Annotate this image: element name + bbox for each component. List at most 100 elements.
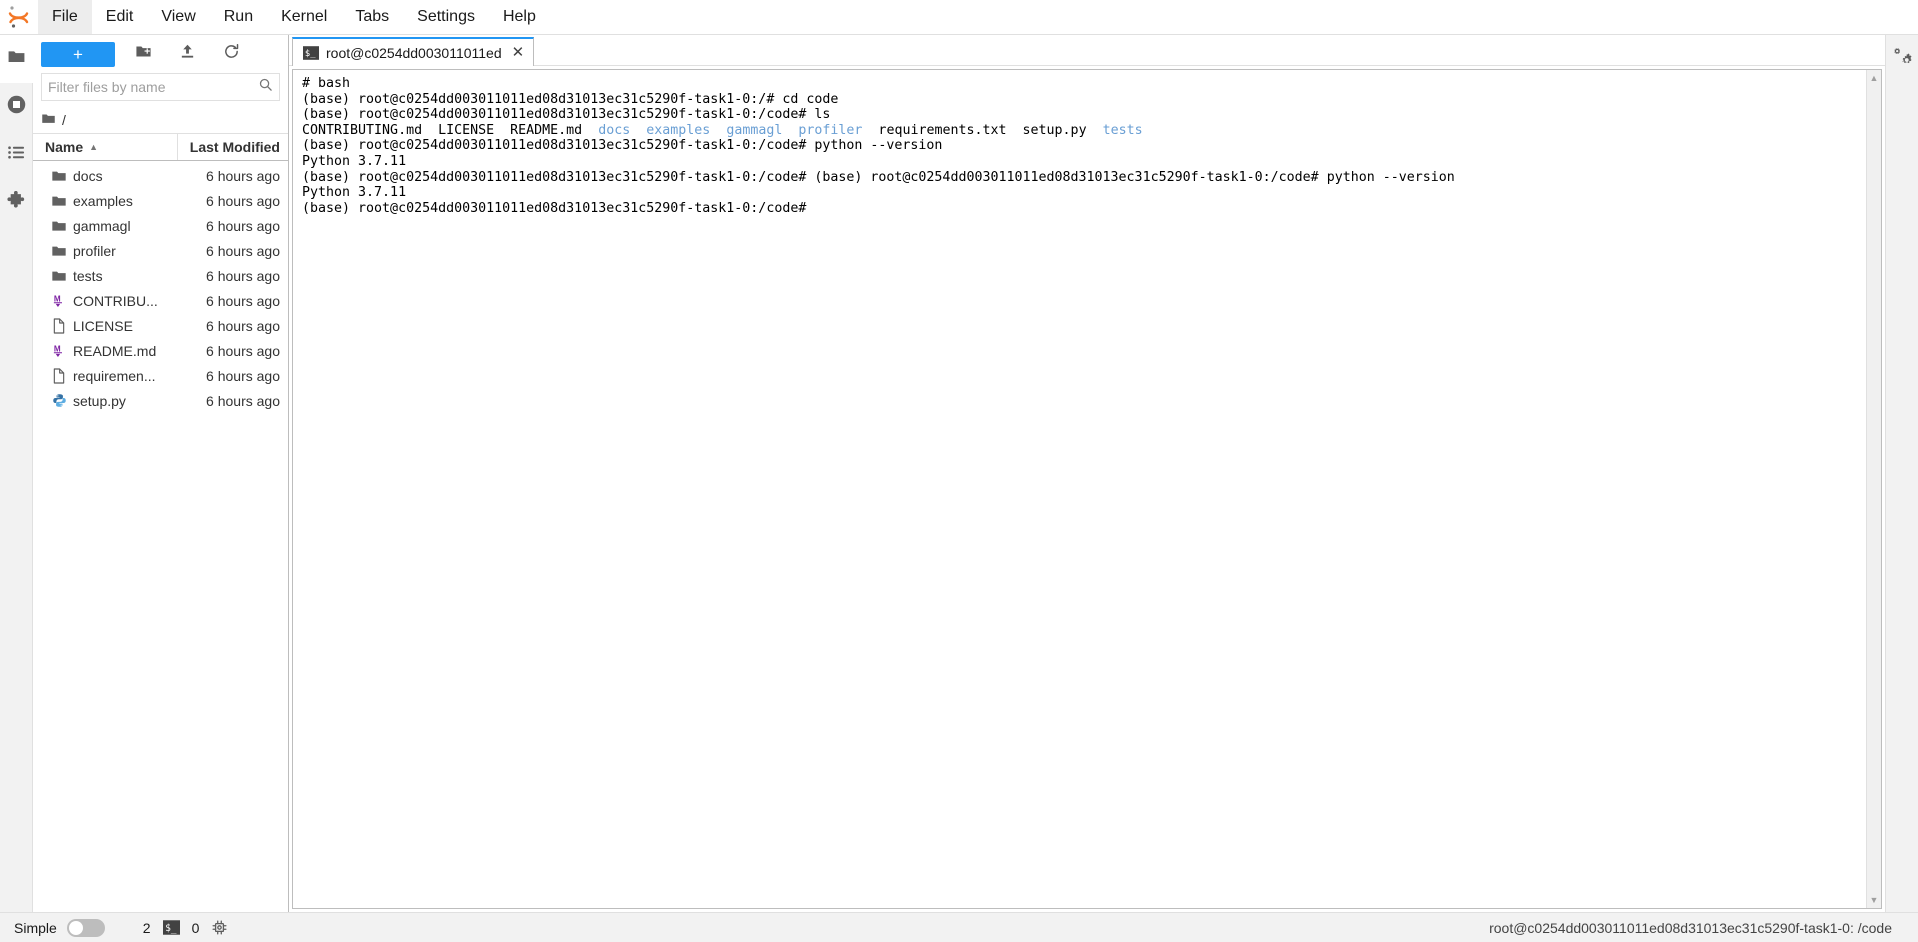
file-list[interactable]: docs 6 hours ago examples 6 hours ago gammag…	[33, 161, 288, 912]
refresh-button[interactable]	[217, 41, 245, 67]
sidebar-item-property-inspector[interactable]	[1886, 35, 1918, 83]
status-bar-context: root@c0254dd003011011ed08d31013ec31c5290…	[1489, 919, 1892, 936]
breadcrumb-root[interactable]: /	[62, 112, 66, 128]
folder-icon	[45, 268, 73, 284]
terminal-line: (base) root@c0254dd003011011ed08d31013ec…	[302, 92, 1866, 108]
terminal-directory-name: tests	[1102, 122, 1143, 138]
folder-icon[interactable]	[41, 111, 56, 129]
terminal-text: (base) root@c0254dd003011011ed08d31013ec…	[302, 169, 1455, 185]
list-item-name: docs	[73, 167, 103, 184]
menu-view[interactable]: View	[147, 0, 209, 34]
sidebar-item-running-terminals[interactable]	[0, 83, 33, 131]
list-item-name: CONTRIBU...	[73, 292, 158, 309]
list-item-name: requiremen...	[73, 367, 156, 384]
new-folder-icon	[135, 43, 152, 65]
dock-tab-bar: $_ root@c0254dd003011011ed ✕	[289, 35, 1885, 66]
list-item[interactable]: setup.py 6 hours ago	[33, 388, 288, 413]
list-item-name: setup.py	[73, 392, 126, 409]
terminal-line: Python 3.7.11	[302, 154, 1866, 170]
list-item-name: gammagl	[73, 217, 131, 234]
tab-label: root@c0254dd003011011ed	[326, 44, 502, 61]
folder-icon	[45, 168, 73, 184]
sidebar-item-extensions[interactable]	[0, 179, 33, 227]
list-item-modified: 6 hours ago	[206, 267, 280, 284]
svg-text:$_: $_	[165, 923, 177, 934]
terminal-directory-name: gammagl	[726, 122, 783, 138]
file-browser-panel: + Filter files by name / Name ▲ Last Mod…	[33, 35, 289, 912]
list-item-modified: 6 hours ago	[206, 217, 280, 234]
list-item[interactable]: docs 6 hours ago	[33, 163, 288, 188]
search-input[interactable]	[48, 79, 258, 95]
file-icon	[45, 367, 73, 384]
terminal-session-count[interactable]: 0	[192, 920, 200, 936]
terminal-directory-name: examples	[646, 122, 711, 138]
search-icon[interactable]	[258, 77, 273, 97]
menu-run[interactable]: Run	[210, 0, 267, 34]
column-header-last-modified[interactable]: Last Modified	[178, 134, 288, 160]
status-bar: Simple 2 $_ 0 root@c0254dd003011011ed08d…	[0, 912, 1918, 942]
file-filter-box[interactable]	[41, 73, 280, 101]
toggle-knob	[68, 920, 83, 935]
column-header-name-label: Name	[45, 139, 84, 155]
terminal-text: Python 3.7.11	[302, 185, 407, 201]
terminal-line: (base) root@c0254dd003011011ed08d31013ec…	[302, 170, 1866, 186]
main-body: + Filter files by name / Name ▲ Last Mod…	[0, 35, 1918, 912]
upload-icon	[179, 43, 196, 65]
breadcrumb: /	[33, 107, 288, 133]
terminal-line: (base) root@c0254dd003011011ed08d31013ec…	[302, 138, 1866, 154]
tab-terminal[interactable]: $_ root@c0254dd003011011ed ✕	[292, 37, 535, 66]
terminal-output[interactable]: # bash (base) root@c0254dd003011011ed08d3…	[293, 70, 1866, 908]
menu-help[interactable]: Help	[489, 0, 550, 34]
terminal-line: (base) root@c0254dd003011011ed08d31013ec…	[302, 201, 1866, 217]
terminal-text: CONTRIBUTING.md LICENSE README.md	[302, 122, 599, 138]
terminal-text: (base) root@c0254dd003011011ed08d31013ec…	[302, 200, 815, 216]
kernel-cpu-icon[interactable]	[211, 919, 228, 936]
new-folder-button[interactable]	[129, 41, 157, 67]
terminal-text: (base) root@c0254dd003011011ed08d31013ec…	[302, 138, 943, 154]
list-item-modified: 6 hours ago	[206, 292, 280, 309]
column-header-last-modified-label: Last Modified	[189, 139, 280, 155]
list-item[interactable]: gammagl 6 hours ago	[33, 213, 288, 238]
terminal-text: (base) root@c0254dd003011011ed08d31013ec…	[302, 91, 839, 107]
menu-bar: File Edit View Run Kernel Tabs Settings Help	[0, 0, 1918, 35]
sidebar-item-file-browser[interactable]	[0, 35, 33, 83]
kernel-session-count[interactable]: 2	[143, 920, 151, 936]
file-browser-toolbar: +	[33, 35, 288, 73]
new-launcher-button[interactable]: +	[41, 41, 115, 67]
left-activity-bar	[0, 35, 33, 912]
list-item[interactable]: profiler 6 hours ago	[33, 238, 288, 263]
python-icon	[45, 393, 73, 408]
terminal-scrollbar[interactable]: ▲ ▼	[1866, 70, 1881, 908]
list-item[interactable]: examples 6 hours ago	[33, 188, 288, 213]
list-item[interactable]: LICENSE 6 hours ago	[33, 313, 288, 338]
list-item-modified: 6 hours ago	[206, 242, 280, 259]
menu-tabs[interactable]: Tabs	[341, 0, 403, 34]
scroll-up-arrow-icon[interactable]: ▲	[1867, 70, 1882, 86]
sort-ascending-icon: ▲	[89, 142, 99, 152]
terminal-directory-name: profiler	[798, 122, 863, 138]
list-item[interactable]: tests 6 hours ago	[33, 263, 288, 288]
sidebar-item-commands[interactable]	[0, 131, 33, 179]
list-item-modified: 6 hours ago	[206, 392, 280, 409]
menu-file[interactable]: File	[38, 0, 92, 34]
menu-settings[interactable]: Settings	[403, 0, 489, 34]
list-item[interactable]: requiremen... 6 hours ago	[33, 363, 288, 388]
menu-edit[interactable]: Edit	[92, 0, 148, 34]
folder-icon	[7, 47, 26, 71]
right-activity-bar	[1885, 35, 1918, 912]
file-icon	[45, 317, 73, 334]
close-icon[interactable]: ✕	[512, 45, 525, 60]
file-list-header: Name ▲ Last Modified	[33, 133, 288, 161]
list-item[interactable]: M README.md 6 hours ago	[33, 338, 288, 363]
scroll-down-arrow-icon[interactable]: ▼	[1867, 892, 1882, 908]
file-filter-wrapper	[33, 73, 288, 107]
list-item[interactable]: M CONTRIBU... 6 hours ago	[33, 288, 288, 313]
column-header-name[interactable]: Name ▲	[33, 134, 178, 160]
terminal-line: # bash	[302, 76, 1866, 92]
terminal-icon[interactable]: $_	[162, 920, 180, 935]
menu-kernel[interactable]: Kernel	[267, 0, 341, 34]
upload-button[interactable]	[173, 41, 201, 67]
simple-mode-toggle[interactable]	[66, 918, 105, 937]
